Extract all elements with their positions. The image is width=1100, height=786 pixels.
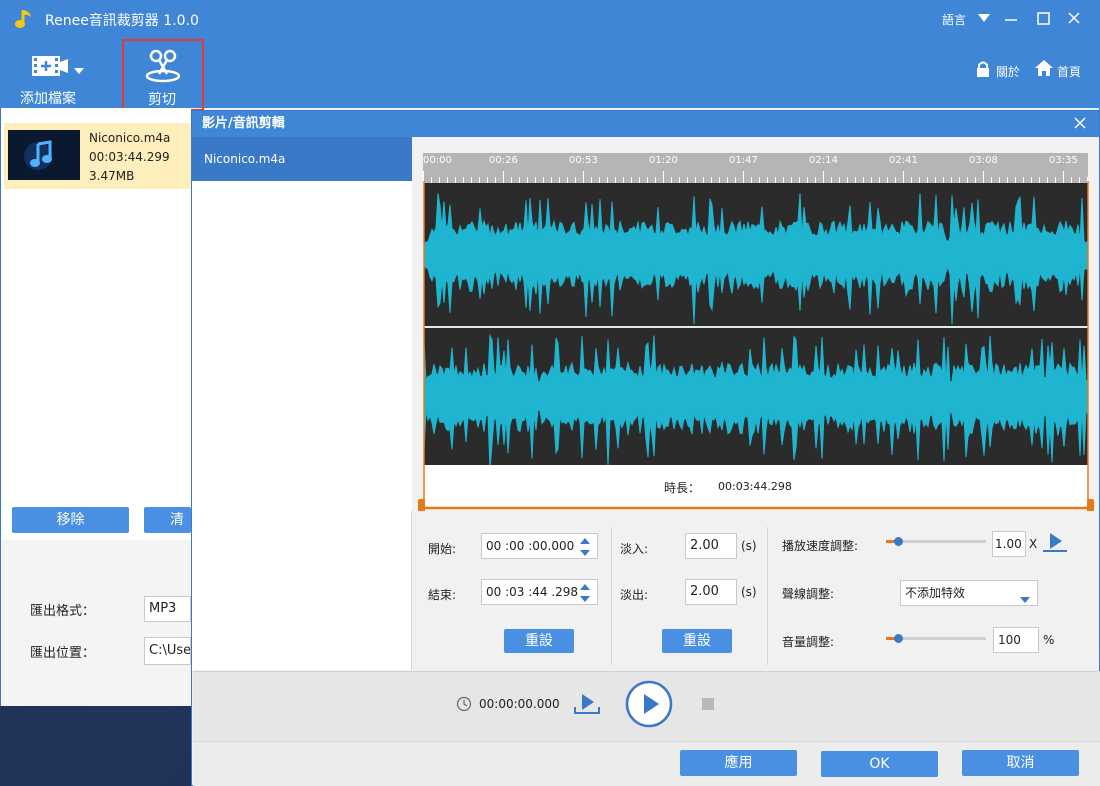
tick-label: 00:26 [489,155,518,166]
lock-icon[interactable] [975,60,991,78]
fade-out-label: 淡出: [620,588,649,602]
spin-up-icon[interactable] [579,535,591,545]
tick-label: 02:14 [809,155,838,166]
clock-icon [456,696,472,712]
speed-slider-knob[interactable] [894,537,903,546]
preview-export-icon[interactable] [573,690,601,716]
app-title: Renee音訊裁剪器 1.0.0 [45,13,199,29]
volume-label: 音量調整: [782,635,835,649]
scissors-icon [144,49,182,83]
export-location-label: 匯出位置： [30,646,96,661]
file-duration: 00:03:44.299 [89,150,170,164]
about-link[interactable]: 關於 [996,63,1020,80]
fade-out-unit: (s) [741,585,757,599]
effect-select-value: 不添加特效 [905,586,966,600]
speed-unit: X [1029,537,1038,551]
chevron-down-icon [1019,589,1031,603]
volume-slider[interactable] [886,632,986,644]
export-format-select[interactable]: MP3 [144,596,191,622]
export-location-field[interactable]: C:\Use [144,637,191,665]
close-icon[interactable] [1063,8,1085,30]
title-bar: Renee音訊裁剪器 1.0.0 語言 [0,0,1100,38]
play-icon[interactable] [625,680,673,728]
ok-button[interactable]: OK [821,751,938,777]
clear-button[interactable]: 清 [144,507,191,533]
tick-label: 00:00 [423,155,452,166]
tick-label: 00:53 [569,155,598,166]
file-name: Niconico.m4a [89,131,171,145]
volume-unit: % [1043,633,1055,647]
volume-slider-knob[interactable] [894,634,903,643]
home-icon[interactable] [1034,58,1054,78]
dropdown-arrow-icon[interactable] [977,12,991,24]
maximize-icon[interactable] [1032,8,1054,30]
add-file-dropdown-icon[interactable] [74,64,84,74]
dialog-file-list [192,137,412,670]
edit-dialog: 影片/音訊剪輯 Niconico.m4a 00:00 00:26 00:53 0… [191,110,1100,786]
file-size: 3.47MB [89,169,135,183]
dialog-button-bar: 應用 OK 取消 [193,741,1100,786]
add-file-label: 添加檔案 [20,91,76,107]
cut-button[interactable]: 剪切 [122,39,204,111]
file-list-item[interactable]: Niconico.m4a 00:03:44.299 3.47MB [4,123,191,189]
reset-trim-button[interactable]: 重設 [504,629,574,653]
spin-down-icon[interactable] [579,593,591,603]
export-panel [1,540,191,706]
minimize-icon[interactable] [1000,8,1022,30]
language-menu[interactable]: 語言 [942,11,966,28]
export-format-label: 匯出格式： [30,604,96,619]
fade-in-label: 淡入: [620,542,649,556]
cut-label: 剪切 [148,92,176,108]
remove-button[interactable]: 移除 [12,507,129,533]
preview-speed-icon[interactable] [1042,531,1068,553]
play-time: 00:00:00.000 [479,697,560,711]
selection-range[interactable] [415,181,1100,521]
media-thumbnail-icon [8,130,80,180]
effect-label: 聲線調整: [782,587,835,601]
add-file-icon [30,52,70,80]
reset-fade-button[interactable]: 重設 [662,629,732,653]
dialog-title: 影片/音訊剪輯 [192,111,1099,137]
tick-label: 03:35 [1049,155,1078,166]
speed-input[interactable]: 1.00 [992,531,1026,557]
tick-label: 02:41 [889,155,918,166]
spin-down-icon[interactable] [579,547,591,557]
fade-in-unit: (s) [741,539,757,553]
home-link[interactable]: 首頁 [1057,63,1081,80]
start-label: 開始: [428,542,457,556]
controls-divider [611,527,612,665]
cancel-button[interactable]: 取消 [962,750,1079,776]
dialog-close-icon[interactable] [1072,115,1088,131]
stop-icon[interactable] [702,698,714,710]
clear-button-label: 清 [170,512,184,528]
fade-out-input[interactable]: 2.00 [685,579,737,605]
end-label: 結束: [428,588,457,602]
volume-input[interactable]: 100 [993,627,1039,653]
controls-divider [767,527,768,665]
add-file-button[interactable]: 添加檔案 [12,48,92,107]
speed-slider[interactable] [886,535,986,547]
app-note-icon [14,7,36,31]
spin-up-icon[interactable] [579,581,591,591]
fade-in-input[interactable]: 2.00 [685,533,737,559]
effect-select[interactable]: 不添加特效 [900,580,1038,606]
toolbar: 添加檔案 剪切 關於 首頁 [0,38,1100,111]
tick-label: 03:08 [969,155,998,166]
timeline-ruler[interactable]: 00:00 00:26 00:53 01:20 01:47 02:14 02:4… [423,153,1088,183]
speed-label: 播放速度調整: [782,539,859,553]
tick-label: 01:47 [729,155,758,166]
playback-bar: 00:00:00.000 [193,671,1100,741]
tick-label: 01:20 [649,155,678,166]
apply-button[interactable]: 應用 [680,750,797,776]
dialog-file-item[interactable]: Niconico.m4a [192,137,412,181]
